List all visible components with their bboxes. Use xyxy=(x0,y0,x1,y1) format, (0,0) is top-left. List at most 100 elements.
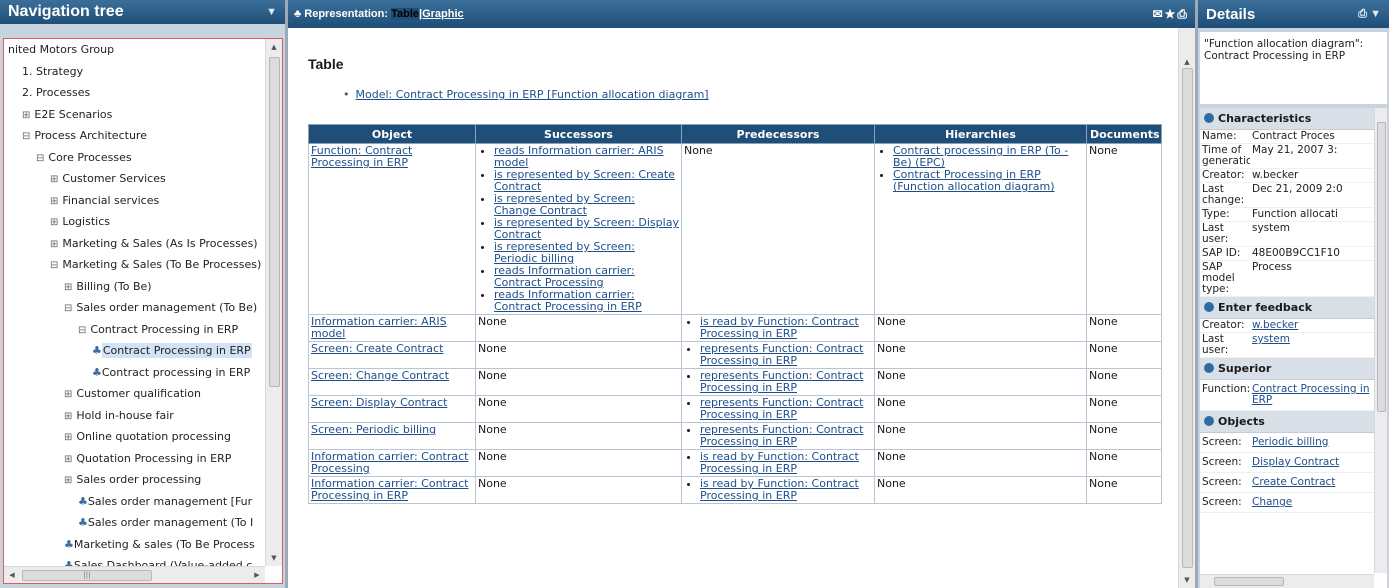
detail-value[interactable]: Create Contract xyxy=(1250,472,1374,493)
object-link[interactable]: Screen: Periodic billing xyxy=(311,424,436,437)
details-vertical-scrollbar[interactable] xyxy=(1374,108,1387,573)
relation-link[interactable]: reads Information carrier: ARIS model xyxy=(494,145,664,170)
tree-item[interactable]: ⊟ Marketing & Sales (To Be Processes) xyxy=(4,254,265,276)
tree-item[interactable]: ⊞ Logistics xyxy=(4,211,265,233)
tree-item[interactable]: ♣Marketing & sales (To Be Process xyxy=(4,534,265,556)
collapse-icon[interactable]: ⊟ xyxy=(22,131,30,142)
expand-icon[interactable]: ⊞ xyxy=(64,454,72,465)
section-objects[interactable]: Objects xyxy=(1200,411,1374,433)
tree-item[interactable]: ⊟ Process Architecture xyxy=(4,125,265,147)
scroll-thumb[interactable]: ||| xyxy=(22,570,152,581)
expand-icon[interactable]: ⊞ xyxy=(64,389,72,400)
expand-icon[interactable]: ⊞ xyxy=(50,196,58,207)
scroll-thumb[interactable] xyxy=(1377,122,1386,412)
detail-value[interactable]: Contract Processing in ERP xyxy=(1250,380,1374,411)
collapse-icon[interactable] xyxy=(1204,302,1214,312)
relation-link[interactable]: is read by Function: Contract Processing… xyxy=(700,478,859,503)
tree-item[interactable]: ♣Contract Processing in ERP xyxy=(4,340,265,362)
detail-value-text[interactable]: system xyxy=(1252,333,1290,345)
section-feedback[interactable]: Enter feedback xyxy=(1200,297,1374,319)
scroll-left-icon[interactable]: ◀ xyxy=(4,567,20,583)
section-characteristics[interactable]: Characteristics xyxy=(1200,108,1374,130)
detail-value[interactable]: Periodic billing xyxy=(1250,433,1374,453)
collapse-icon[interactable] xyxy=(1204,363,1214,373)
detail-value[interactable]: Change xyxy=(1250,492,1374,513)
object-link[interactable]: Screen: Change Contract xyxy=(311,370,449,383)
tree-item[interactable]: ⊞ Billing (To Be) xyxy=(4,276,265,298)
tree-item[interactable]: ⊟ Sales order management (To Be) xyxy=(4,297,265,319)
collapse-icon[interactable] xyxy=(1204,113,1214,123)
expand-icon[interactable]: ⊞ xyxy=(64,432,72,443)
collapse-icon[interactable]: ⊟ xyxy=(36,153,44,164)
relation-link[interactable]: represents Function: Contract Processing… xyxy=(700,343,863,368)
expand-icon[interactable]: ⊞ xyxy=(50,217,58,228)
tree-item[interactable]: ⊞ Sales order processing xyxy=(4,469,265,491)
relation-link[interactable]: is represented by Screen: Display Contra… xyxy=(494,216,679,241)
tree-item[interactable]: ♣Sales order management [Fur xyxy=(4,491,265,513)
relation-link[interactable]: is represented by Screen: Create Contrac… xyxy=(494,168,675,193)
scroll-thumb[interactable] xyxy=(1182,68,1193,568)
relation-link[interactable]: Contract processing in ERP (To -Be) (EPC… xyxy=(893,145,1068,170)
tree-item[interactable]: 2. Processes xyxy=(4,82,265,104)
collapse-icon[interactable] xyxy=(1204,416,1214,426)
mail-icon[interactable]: ✉ xyxy=(1153,7,1165,21)
scroll-down-icon[interactable]: ▼ xyxy=(1179,572,1195,588)
detail-value-text[interactable]: Display Contract xyxy=(1252,456,1339,468)
relation-link[interactable]: Contract Processing in ERP (Function all… xyxy=(893,168,1055,193)
nav-vertical-scrollbar[interactable]: ▲ ▼ xyxy=(265,39,282,566)
expand-icon[interactable]: ⊞ xyxy=(50,239,58,250)
tree-item[interactable]: 1. Strategy xyxy=(4,61,265,83)
relation-link[interactable]: represents Function: Contract Processing… xyxy=(700,424,863,449)
expand-icon[interactable]: ⊞ xyxy=(64,475,72,486)
tree-item[interactable]: ♣Sales Dashboard (Value-added c xyxy=(4,555,265,566)
detail-value[interactable]: system xyxy=(1250,332,1374,358)
relation-link[interactable]: reads Information carrier: Contract Proc… xyxy=(494,288,642,313)
tree-item[interactable]: ⊞ Financial services xyxy=(4,190,265,212)
detail-value-text[interactable]: Contract Processing in ERP xyxy=(1252,383,1369,406)
center-vertical-scrollbar[interactable]: ▲ ▼ xyxy=(1178,28,1195,588)
tree-item[interactable]: ⊟ Core Processes xyxy=(4,147,265,169)
scroll-thumb[interactable] xyxy=(1214,577,1284,586)
tab-table[interactable]: Table xyxy=(391,8,420,20)
relation-link[interactable]: is read by Function: Contract Processing… xyxy=(700,316,859,341)
detail-value-text[interactable]: Change xyxy=(1252,496,1292,508)
object-link[interactable]: Function: Contract Processing in ERP xyxy=(311,145,412,170)
print-icon[interactable]: ⎙ xyxy=(1177,7,1189,21)
model-link[interactable]: Model: Contract Processing in ERP [Funct… xyxy=(356,88,709,101)
collapse-icon[interactable]: ⊟ xyxy=(50,260,58,271)
tree-item[interactable]: ⊞ Customer Services xyxy=(4,168,265,190)
object-link[interactable]: Information carrier: ARIS model xyxy=(311,316,447,341)
object-link[interactable]: Information carrier: Contract Processing xyxy=(311,451,469,476)
collapse-icon[interactable]: ⊟ xyxy=(64,303,72,314)
tree-item[interactable]: ⊞ Hold in-house fair xyxy=(4,405,265,427)
relation-link[interactable]: is represented by Screen: Change Contrac… xyxy=(494,192,635,217)
nav-horizontal-scrollbar[interactable]: ◀ ||| ▶ xyxy=(4,566,265,583)
expand-icon[interactable]: ⊞ xyxy=(22,110,30,121)
tree-item[interactable]: nited Motors Group xyxy=(4,39,265,61)
object-link[interactable]: Information carrier: Contract Processing… xyxy=(311,478,469,503)
relation-link[interactable]: represents Function: Contract Processing… xyxy=(700,370,863,395)
tree-item[interactable]: ♣Sales order management (To I xyxy=(4,512,265,534)
scroll-down-icon[interactable]: ▼ xyxy=(266,550,282,566)
tree-item[interactable]: ♣Contract processing in ERP xyxy=(4,362,265,384)
details-horizontal-scrollbar[interactable] xyxy=(1200,574,1374,588)
object-link[interactable]: Screen: Display Contract xyxy=(311,397,447,410)
section-superior[interactable]: Superior xyxy=(1200,358,1374,380)
print-icon[interactable]: ⎙ xyxy=(1358,8,1367,20)
pin-icon[interactable]: ▼ xyxy=(1370,8,1381,20)
detail-value-text[interactable]: w.becker xyxy=(1252,319,1298,331)
tree-item[interactable]: ⊞ Quotation Processing in ERP xyxy=(4,448,265,470)
relation-link[interactable]: is represented by Screen: Periodic billi… xyxy=(494,240,635,265)
expand-icon[interactable]: ⊞ xyxy=(50,174,58,185)
expand-icon[interactable]: ⊞ xyxy=(64,282,72,293)
detail-value-text[interactable]: Create Contract xyxy=(1252,476,1335,488)
scroll-thumb[interactable] xyxy=(269,57,280,387)
scroll-right-icon[interactable]: ▶ xyxy=(249,567,265,583)
star-icon[interactable]: ★ xyxy=(1165,7,1178,21)
tab-graphic[interactable]: |Graphic xyxy=(419,8,464,20)
object-link[interactable]: Screen: Create Contract xyxy=(311,343,443,356)
tree-item[interactable]: ⊟ Contract Processing in ERP xyxy=(4,319,265,341)
tree-item[interactable]: ⊞ Customer qualification xyxy=(4,383,265,405)
relation-link[interactable]: represents Function: Contract Processing… xyxy=(700,397,863,422)
detail-value-text[interactable]: Periodic billing xyxy=(1252,436,1328,448)
